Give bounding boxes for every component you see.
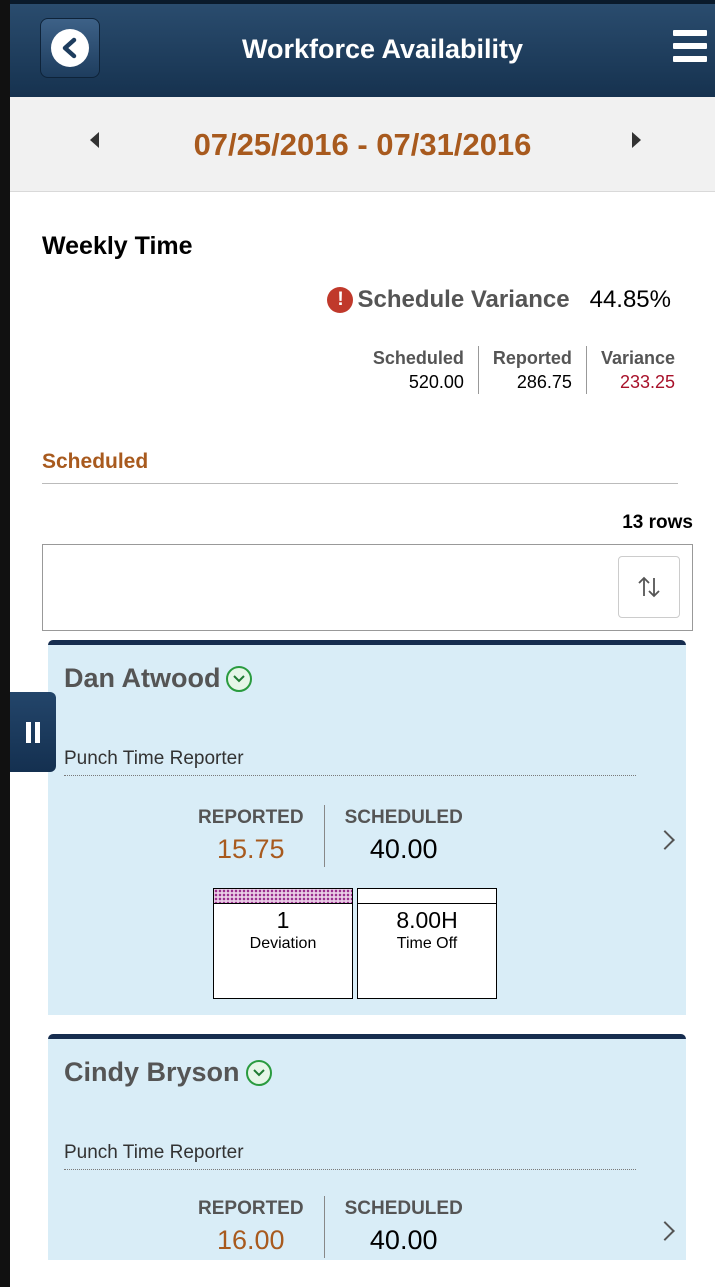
hamburger-menu-icon[interactable] bbox=[673, 30, 707, 68]
deviation-tile[interactable]: 1 Deviation bbox=[213, 888, 353, 999]
employee-name: Cindy Bryson bbox=[64, 1057, 240, 1087]
page-title: Workforce Availability bbox=[241, 34, 524, 64]
date-navigator: 07/25/2016 - 07/31/2016 bbox=[10, 97, 715, 192]
chevron-down-circle-icon[interactable] bbox=[226, 665, 253, 692]
scheduled-value: 40.00 bbox=[369, 834, 438, 864]
employee-role: Punch Time Reporter bbox=[64, 748, 244, 769]
reported-label: REPORTED bbox=[198, 1198, 304, 1219]
employee-name-row: Cindy Bryson bbox=[64, 1057, 272, 1088]
stat-value: 520.00 bbox=[408, 372, 464, 392]
tile-label: Deviation bbox=[249, 935, 317, 952]
section-title: Scheduled bbox=[42, 450, 149, 473]
scheduled-value: 40.00 bbox=[369, 1225, 438, 1255]
tile-value: 1 bbox=[276, 907, 290, 933]
stat-value: 286.75 bbox=[516, 372, 572, 392]
scheduled-label: SCHEDULED bbox=[344, 1198, 463, 1219]
stat-label: Reported bbox=[492, 348, 572, 368]
employee-role: Punch Time Reporter bbox=[64, 1142, 244, 1163]
reported-stat: REPORTED 15.75 bbox=[178, 805, 324, 867]
reported-label: REPORTED bbox=[198, 807, 304, 828]
pause-icon bbox=[35, 721, 40, 743]
employee-card[interactable]: Cindy Bryson Punch Time Reporter REPORTE… bbox=[48, 1034, 686, 1260]
reported-stat: REPORTED 16.00 bbox=[178, 1196, 324, 1258]
section-divider bbox=[42, 483, 678, 484]
app-header: Workforce Availability bbox=[10, 0, 715, 97]
sort-arrows-icon bbox=[638, 576, 660, 598]
weekly-time-title: Weekly Time bbox=[42, 232, 193, 260]
role-divider bbox=[64, 775, 636, 776]
employee-card[interactable]: Dan Atwood Punch Time Reporter REPORTED … bbox=[48, 640, 686, 1015]
list-toolbar bbox=[42, 544, 693, 631]
stat-label: Variance bbox=[600, 348, 675, 368]
row-count: 13 rows bbox=[622, 512, 693, 533]
employee-stats: REPORTED 15.75 SCHEDULED 40.00 bbox=[178, 805, 483, 867]
time-off-tile[interactable]: 8.00H Time Off bbox=[357, 888, 497, 999]
chevron-right-icon[interactable] bbox=[655, 830, 675, 850]
pause-icon bbox=[26, 721, 31, 743]
role-divider bbox=[64, 1169, 636, 1170]
back-arrow-icon bbox=[51, 29, 89, 67]
schedule-variance-value: 44.85% bbox=[589, 286, 671, 313]
back-button[interactable] bbox=[40, 18, 100, 78]
stat-label: Scheduled bbox=[372, 348, 464, 368]
tile-value: 8.00H bbox=[396, 907, 458, 933]
side-panel-toggle[interactable] bbox=[10, 692, 56, 772]
reported-value: 15.75 bbox=[217, 834, 285, 864]
stat-value: 233.25 bbox=[619, 372, 675, 392]
reported-value: 16.00 bbox=[217, 1225, 285, 1255]
employee-stats: REPORTED 16.00 SCHEDULED 40.00 bbox=[178, 1196, 483, 1258]
schedule-variance-label: Schedule Variance bbox=[357, 286, 570, 313]
next-week-icon[interactable] bbox=[632, 132, 641, 148]
window-frame-edge bbox=[0, 0, 10, 1287]
scheduled-label: SCHEDULED bbox=[344, 807, 463, 828]
tile-header bbox=[358, 889, 496, 904]
employee-name: Dan Atwood bbox=[64, 663, 221, 693]
previous-week-icon[interactable] bbox=[90, 132, 99, 148]
employee-name-row: Dan Atwood bbox=[64, 663, 253, 694]
schedule-variance-row: ! Schedule Variance 44.85% bbox=[327, 286, 671, 314]
scheduled-stat: SCHEDULED 40.00 bbox=[323, 805, 483, 867]
stat-reported: Reported 286.75 bbox=[477, 346, 586, 394]
warning-icon: ! bbox=[327, 287, 354, 313]
date-range: 07/25/2016 - 07/31/2016 bbox=[193, 127, 532, 162]
stat-scheduled: Scheduled 520.00 bbox=[373, 346, 478, 394]
status-tiles: 1 Deviation 8.00H Time Off bbox=[213, 888, 501, 999]
tile-header bbox=[214, 889, 352, 904]
chevron-down-circle-icon[interactable] bbox=[245, 1059, 272, 1086]
stat-variance: Variance 233.25 bbox=[585, 346, 675, 394]
sort-button[interactable] bbox=[618, 556, 680, 618]
weekly-stats: Scheduled 520.00 Reported 286.75 Varianc… bbox=[373, 346, 675, 394]
scheduled-stat: SCHEDULED 40.00 bbox=[323, 1196, 483, 1258]
tile-label: Time Off bbox=[396, 935, 458, 952]
chevron-right-icon[interactable] bbox=[655, 1221, 675, 1241]
